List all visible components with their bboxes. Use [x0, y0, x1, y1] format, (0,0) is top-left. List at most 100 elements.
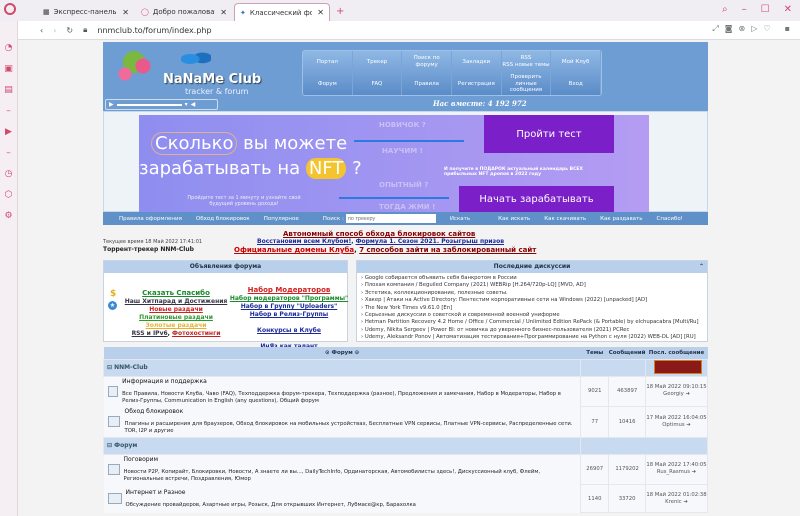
contests-link[interactable]: Конкурсы в Клубе [257, 327, 321, 334]
twitch-icon[interactable]: ▤ [4, 85, 13, 95]
take-test-button[interactable]: Пройти тест [484, 115, 614, 153]
reload-button[interactable]: ↻ [66, 26, 73, 35]
tab-speed-dial[interactable]: ▦ Экспресс-панель ✕ [38, 3, 134, 21]
discussion-item[interactable]: › Эстетика, коллекционирование, полезные… [361, 290, 703, 297]
search-button[interactable]: Искать [450, 216, 470, 222]
menu-rules[interactable]: Правила [402, 73, 452, 95]
close-tab-icon[interactable]: ✕ [220, 8, 227, 17]
folder-icon [107, 464, 120, 475]
player-icon[interactable]: ▶ [5, 127, 12, 137]
menu-rss[interactable]: RSS RSS новые темы [502, 51, 552, 73]
extension-icon[interactable]: ⤢ [712, 24, 718, 34]
history-icon[interactable]: ◷ [5, 169, 13, 179]
discussion-item[interactable]: › Плохая компания / Beguiled Company (20… [361, 282, 703, 289]
discussion-item[interactable]: › Udemy, Nikita Sergeev | Power BI: от н… [361, 327, 703, 334]
discussion-item[interactable]: › Hetman Partition Recovery 4.2 Home / O… [361, 319, 703, 326]
forward-button[interactable]: › [53, 26, 56, 35]
start-earning-button[interactable]: Начать зарабатывать [459, 186, 614, 212]
cube-icon[interactable]: ⬡ [5, 190, 13, 200]
grid-icon: ▦ [43, 8, 50, 16]
heart-icon[interactable]: ♡ [763, 24, 770, 34]
back-button[interactable]: ‹ [40, 26, 43, 35]
current-time: Текущее время 18 Май 2022 17:41:01 [103, 239, 203, 245]
minimize-button[interactable]: – [742, 4, 747, 15]
discussion-item[interactable]: › The New York Times v9.61.0 [En] [361, 305, 703, 312]
notice-link[interactable]: Восстановим всем Клубом! [257, 238, 351, 245]
menu-portal[interactable]: Портал [303, 51, 353, 73]
say-thanks-link[interactable]: Сказать Спасибо [142, 289, 210, 297]
subforum-links[interactable]: Все Правила, Новости Клуба, Чаво (FAQ), … [122, 391, 580, 405]
uploaders-link[interactable]: Набор в Группу "Uploaders" [241, 303, 338, 310]
subforum-links[interactable]: Обсуждение провайдеров, Азартные игры, Р… [126, 502, 416, 509]
menu-icon[interactable]: ▪ [785, 24, 790, 34]
url-input[interactable]: nnmclub.to/forum/index.php [97, 26, 211, 35]
release-groups-link[interactable]: Набор в Релиз-Группы [250, 311, 328, 318]
menu-bookmarks[interactable]: Закладки [452, 51, 502, 73]
tab-welcome[interactable]: ◯Добро пожаловать в Opera✕ [136, 3, 232, 21]
hitparade-link[interactable]: Наш Хитпарад и Достижения [125, 298, 228, 305]
platinum-link[interactable]: Платиновые раздачи [139, 314, 213, 321]
discussion-item[interactable]: › Udemy, Aleksandr Ponov | Автоматизация… [361, 334, 703, 341]
subforum-links[interactable]: Плагины и расширения для браузеров, Обхо… [124, 421, 580, 435]
site-header: NaNaMe Club tracker & forum ▶ ▾ ◀ Портал Т… [103, 42, 708, 111]
maximize-button[interactable]: ☐ [761, 4, 770, 15]
speed-dial-icon[interactable]: ◔ [5, 43, 13, 53]
nav-popular[interactable]: Популярное [264, 216, 299, 222]
close-tab-icon[interactable]: ✕ [317, 8, 324, 17]
new-tab-button[interactable]: + [336, 6, 344, 17]
discussion-item[interactable]: › Google собирается объявить себя банкро… [361, 275, 703, 282]
notice-link[interactable]: Формула 1. Сезон 2021. Розыгрыш призов [356, 238, 504, 245]
menu-forum[interactable]: Форум [303, 73, 353, 95]
camera-icon[interactable]: ◙ [725, 24, 733, 34]
adblock-icon[interactable]: ⊗ [739, 24, 746, 34]
opera-menu-icon[interactable] [4, 3, 16, 15]
close-tab-icon[interactable]: ✕ [122, 8, 129, 17]
menu-my-club[interactable]: Мой Клуб [551, 51, 601, 73]
gold-link[interactable]: Золотые раздачи [145, 322, 206, 329]
settings-icon[interactable]: ⚙ [4, 211, 12, 221]
moderators-link[interactable]: Набор Модераторов [248, 286, 331, 294]
photohosting-link[interactable]: Фотохостинги [172, 330, 220, 337]
folder-icon [107, 416, 121, 427]
nav-rules[interactable]: Правила оформления [119, 216, 182, 222]
nav-bypass[interactable]: Обход блокировок [196, 216, 250, 222]
nav-how-seed[interactable]: Как раздавать [600, 216, 642, 222]
menu-login[interactable]: Вход [551, 73, 601, 95]
menu-tracker[interactable]: Трекер [353, 51, 403, 73]
program-mods-link[interactable]: Набор модераторов "Программы" [230, 295, 348, 302]
notice-link[interactable]: 7 способов зайти на заблокированный сайт [359, 246, 536, 254]
menu-register[interactable]: Регистрация [452, 73, 502, 95]
menu-messages[interactable]: Проверить личные сообщения [502, 73, 552, 95]
notice-link[interactable]: Официальные домены Клуба [234, 246, 354, 254]
search-icon[interactable]: ⌕ [722, 4, 728, 15]
discussion-item[interactable]: › Хакер | Атаки на Active Directory: Пен… [361, 297, 703, 304]
send-icon[interactable]: ▷ [751, 24, 757, 34]
forum-title[interactable]: Информация и поддержка [122, 378, 580, 385]
discussion-item[interactable]: › Серьезные дискуссии о советской и совр… [361, 312, 703, 319]
nav-thanks[interactable]: Спасибо! [657, 216, 683, 222]
shopping-icon[interactable]: ▣ [4, 64, 13, 74]
audio-player[interactable]: ▶ ▾ ◀ [105, 99, 218, 110]
forum-title[interactable]: Интернет и Разное [126, 489, 416, 496]
collapse-icon[interactable]: ⌃ [699, 261, 704, 273]
close-window-button[interactable]: ✕ [784, 4, 792, 15]
volume-icon[interactable]: ◀ [191, 101, 196, 108]
nav-how-download[interactable]: Как скачивать [544, 216, 586, 222]
subforum-links[interactable]: Новости P2P, Копирайт, Блокировки, Новос… [124, 469, 581, 483]
notice-link[interactable]: Автономный способ обхода блокировок сайт… [283, 230, 475, 238]
nav-how-search[interactable]: Как искать [498, 216, 530, 222]
dropdown-icon[interactable]: ▾ [185, 101, 188, 108]
menu-faq[interactable]: FAQ [353, 73, 403, 95]
new-releases-link[interactable]: Новые раздачи [149, 306, 203, 313]
ad-banner[interactable]: Сколько вы можете зарабатывать на NFT ? … [103, 111, 708, 212]
play-icon[interactable]: ▶ [109, 101, 114, 108]
menu-search[interactable]: Поиск по форуму [402, 51, 452, 73]
rss-link[interactable]: RSS и IPv6 [132, 330, 168, 337]
latest-discussions-panel: Последние дискуссии ⌃ › Google собирается… [356, 260, 708, 342]
site-logo[interactable]: NaNaMe Club [163, 72, 261, 87]
forum-title[interactable]: Поговорим [124, 456, 581, 463]
tab-forum[interactable]: ✦Классический форум-трекер✕ [234, 3, 330, 21]
progress-bar[interactable] [116, 103, 182, 106]
search-input[interactable] [345, 214, 436, 223]
forum-title[interactable]: Обход блокировок [124, 408, 580, 415]
